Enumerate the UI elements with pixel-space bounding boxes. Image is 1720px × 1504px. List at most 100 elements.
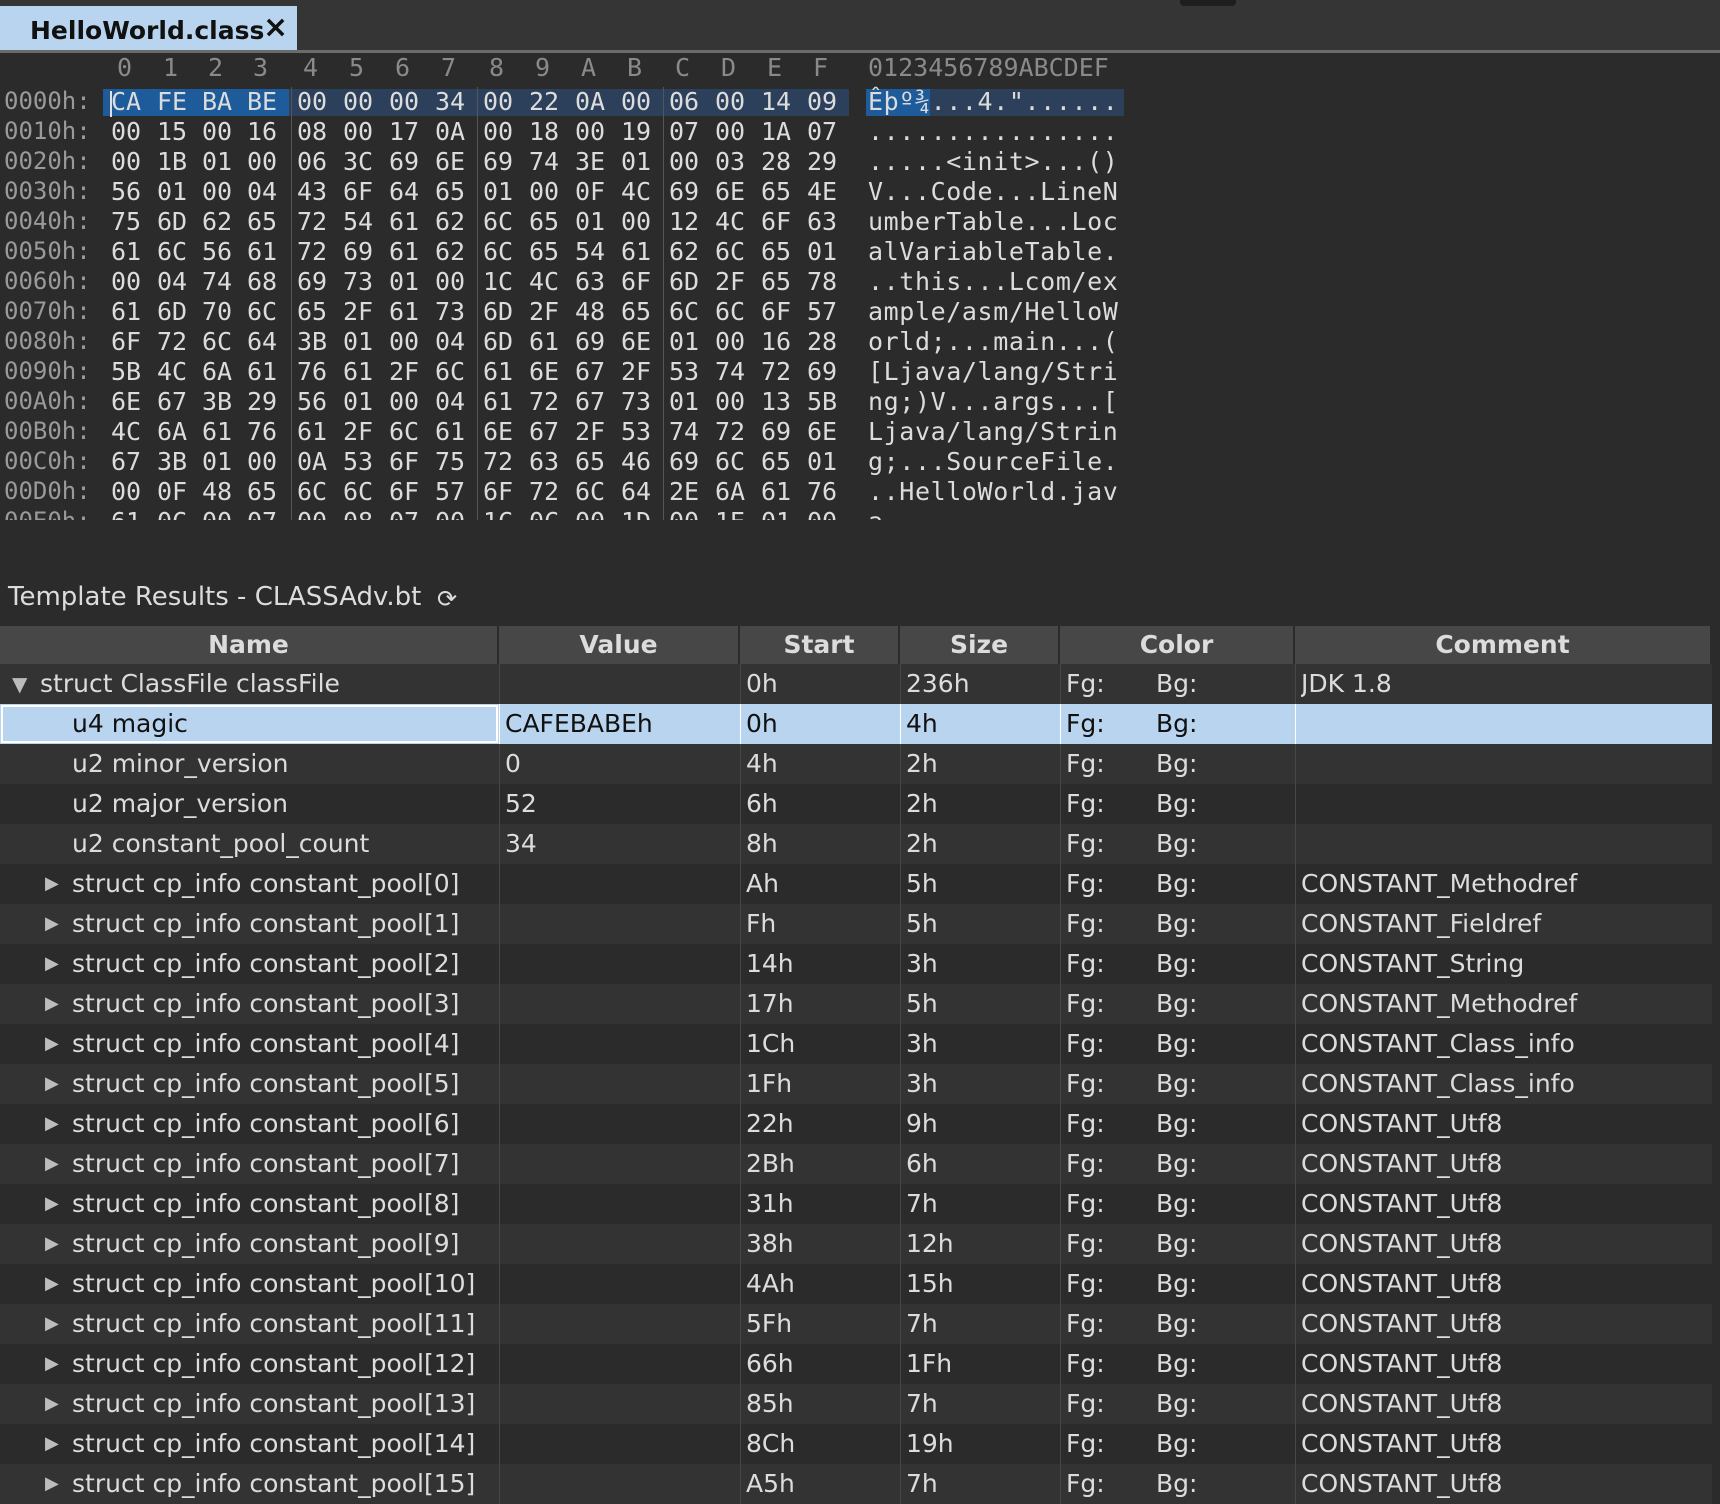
hex-byte[interactable]: 72 — [529, 387, 559, 416]
hex-byte[interactable]: 00 — [343, 87, 373, 116]
hex-byte[interactable]: 56 — [297, 387, 327, 416]
hex-byte[interactable]: 72 — [529, 477, 559, 506]
table-row[interactable]: ▶ struct cp_info constant_pool[2] 14h 3h Fg:… — [0, 944, 1712, 984]
ascii-text[interactable]: Ljava/lang/Strin — [868, 417, 1118, 446]
hex-byte[interactable]: 00 — [715, 87, 745, 116]
hex-byte[interactable]: 00 — [247, 447, 277, 476]
hex-byte[interactable]: 69 — [483, 147, 513, 176]
hex-byte[interactable]: 69 — [389, 147, 419, 176]
hex-byte[interactable]: 62 — [435, 237, 465, 266]
hex-byte[interactable]: 00 — [621, 87, 651, 116]
hex-byte[interactable]: 3B — [157, 447, 187, 476]
hex-byte[interactable]: 4C — [157, 357, 187, 386]
hex-byte[interactable]: 3B — [297, 327, 327, 356]
hex-byte[interactable]: BE — [247, 87, 277, 116]
table-row[interactable]: ▶ struct cp_info constant_pool[11] 5Fh 7h Fg… — [0, 1304, 1712, 1344]
hex-byte[interactable]: 07 — [669, 117, 699, 146]
hex-byte[interactable]: 16 — [761, 327, 791, 356]
ascii-text[interactable]: orld;...main...( — [868, 327, 1118, 356]
hex-byte[interactable]: 65 — [529, 237, 559, 266]
table-row[interactable]: u2 major_version 52 6h 2h Fg: Bg: — [0, 784, 1712, 824]
hex-byte[interactable]: 1C — [483, 267, 513, 296]
hex-byte[interactable]: 6C — [715, 447, 745, 476]
hex-byte[interactable]: 57 — [807, 297, 837, 326]
hex-byte[interactable]: 69 — [669, 447, 699, 476]
hex-byte[interactable]: 74 — [715, 357, 745, 386]
hex-byte[interactable]: 2F — [715, 267, 745, 296]
hex-byte[interactable]: 61 — [202, 417, 232, 446]
table-row[interactable]: u2 minor_version 0 4h 2h Fg: Bg: — [0, 744, 1712, 784]
table-row[interactable]: ▶ struct cp_info constant_pool[7] 2Bh 6h Fg:… — [0, 1144, 1712, 1184]
hex-byte[interactable]: 00 — [669, 147, 699, 176]
hex-byte[interactable]: 65 — [761, 447, 791, 476]
hex-byte[interactable]: 06 — [669, 87, 699, 116]
hex-byte[interactable]: 61 — [483, 357, 513, 386]
hex-byte[interactable]: 29 — [247, 387, 277, 416]
hex-byte[interactable]: 29 — [807, 147, 837, 176]
column-header-name[interactable]: Name — [0, 626, 499, 664]
hex-byte[interactable]: 4C — [715, 207, 745, 236]
hex-byte[interactable]: 1A — [761, 117, 791, 146]
hex-byte[interactable]: 61 — [343, 357, 373, 386]
hex-byte[interactable]: 72 — [297, 237, 327, 266]
hex-byte[interactable]: 61 — [389, 207, 419, 236]
hex-byte[interactable]: 63 — [529, 447, 559, 476]
table-row[interactable]: ▶ struct cp_info constant_pool[12] 66h 1Fh F… — [0, 1344, 1712, 1384]
column-header-color[interactable]: Color — [1060, 626, 1295, 664]
hex-byte[interactable]: 65 — [761, 267, 791, 296]
table-row[interactable]: ▶ struct cp_info constant_pool[15] A5h 7h Fg… — [0, 1464, 1712, 1504]
hex-byte[interactable]: 57 — [435, 477, 465, 506]
hex-byte[interactable]: 6F — [389, 447, 419, 476]
hex-byte[interactable]: 07 — [807, 117, 837, 146]
hex-byte[interactable]: 53 — [343, 447, 373, 476]
hex-byte[interactable]: 6E — [529, 357, 559, 386]
hex-byte[interactable]: 48 — [575, 297, 605, 326]
hex-byte[interactable]: 4E — [807, 177, 837, 206]
hex-byte[interactable]: 63 — [807, 207, 837, 236]
hex-byte[interactable]: 61 — [247, 237, 277, 266]
hex-byte[interactable]: 00 — [715, 117, 745, 146]
ascii-text[interactable]: ..HelloWorld.jav — [868, 477, 1118, 506]
hex-byte[interactable]: 61 — [389, 297, 419, 326]
hex-byte[interactable]: 4C — [529, 267, 559, 296]
column-header-comment[interactable]: Comment — [1295, 626, 1712, 664]
hex-byte[interactable]: 01 — [202, 147, 232, 176]
hex-byte[interactable]: 04 — [247, 177, 277, 206]
hex-byte[interactable]: 04 — [157, 267, 187, 296]
hex-byte[interactable]: 64 — [247, 327, 277, 356]
table-row[interactable]: ▶ struct cp_info constant_pool[8] 31h 7h Fg:… — [0, 1184, 1712, 1224]
hex-byte[interactable]: 61 — [621, 237, 651, 266]
hex-byte[interactable]: 4C — [621, 177, 651, 206]
hex-byte[interactable]: 00 — [111, 117, 141, 146]
hex-byte[interactable]: 67 — [575, 357, 605, 386]
hex-byte[interactable]: 65 — [435, 177, 465, 206]
hex-byte[interactable]: 53 — [621, 417, 651, 446]
hex-byte[interactable]: 75 — [435, 447, 465, 476]
hex-byte[interactable]: 48 — [202, 477, 232, 506]
table-row[interactable]: ▶ struct cp_info constant_pool[14] 8Ch 19h F… — [0, 1424, 1712, 1464]
hex-byte[interactable]: 61 — [529, 327, 559, 356]
hex-byte[interactable]: 0F — [575, 177, 605, 206]
tab-helloworld-class[interactable]: HelloWorld.class × — [0, 6, 297, 54]
ascii-text[interactable]: umberTable...Loc — [868, 207, 1118, 236]
hex-byte[interactable]: 00 — [202, 177, 232, 206]
hex-byte[interactable]: 6E — [435, 147, 465, 176]
hex-byte[interactable]: 09 — [807, 87, 837, 116]
hex-byte[interactable]: 72 — [297, 207, 327, 236]
hex-byte[interactable]: 65 — [621, 297, 651, 326]
hex-byte[interactable]: 6F — [111, 327, 141, 356]
hex-byte[interactable]: 61 — [247, 357, 277, 386]
hex-byte[interactable]: 46 — [621, 447, 651, 476]
hex-byte[interactable]: 15 — [157, 117, 187, 146]
hex-byte[interactable]: 22 — [529, 87, 559, 116]
hex-byte[interactable]: 6D — [157, 207, 187, 236]
hex-byte[interactable]: 28 — [761, 147, 791, 176]
hex-byte[interactable]: 69 — [669, 177, 699, 206]
hex-byte[interactable]: 54 — [575, 237, 605, 266]
table-row[interactable]: ▶ struct cp_info constant_pool[13] 85h 7h Fg… — [0, 1384, 1712, 1424]
hex-byte[interactable]: 13 — [761, 387, 791, 416]
hex-byte[interactable]: 56 — [111, 177, 141, 206]
ascii-text[interactable]: [Ljava/lang/Stri — [868, 357, 1118, 386]
hex-byte[interactable]: 0A — [575, 87, 605, 116]
hex-byte[interactable]: 00 — [715, 387, 745, 416]
